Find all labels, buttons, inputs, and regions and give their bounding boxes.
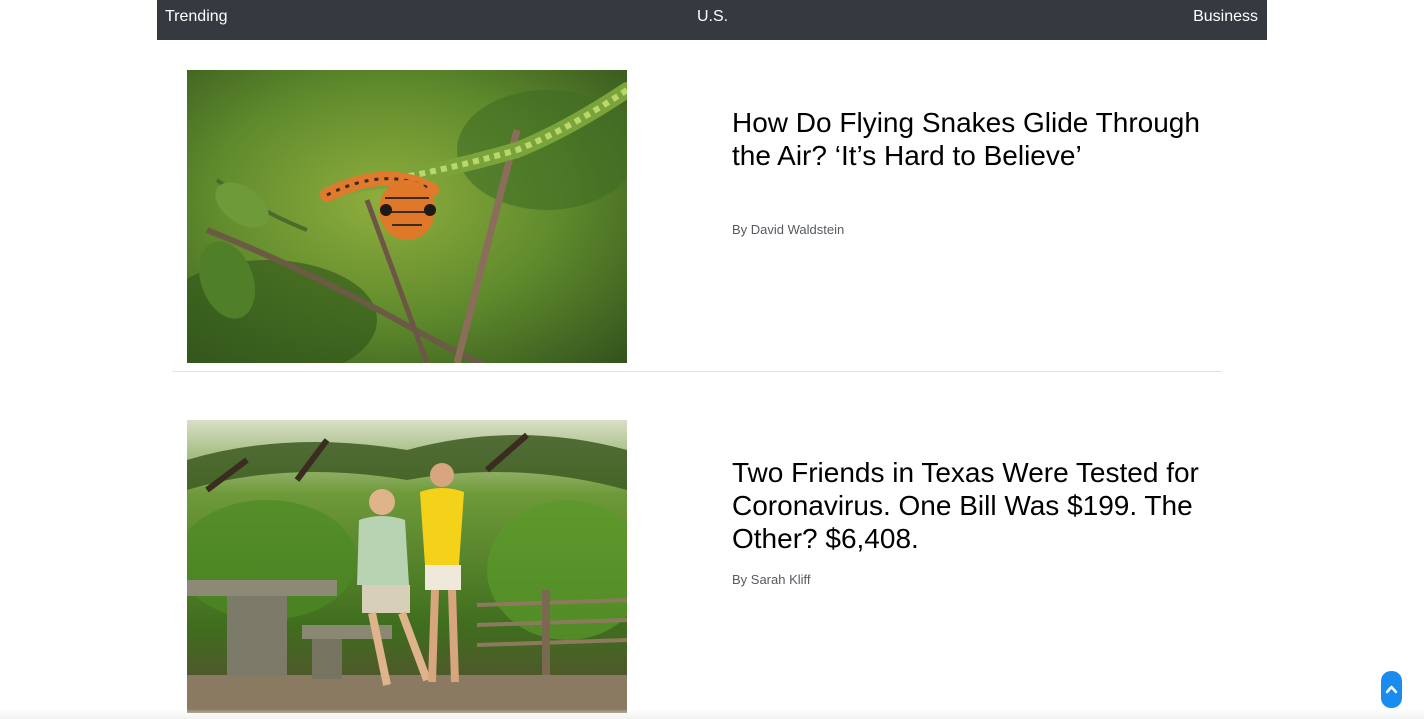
flying-snake-photo [187,70,627,363]
top-navbar: Trending U.S. Business [157,0,1267,40]
article-headline[interactable]: How Do Flying Snakes Glide Through the A… [732,106,1202,172]
article-byline: By David Waldstein [732,222,845,237]
article-image-two-friends[interactable] [187,420,627,713]
article-byline: By Sarah Kliff [732,572,811,587]
article-card: How Do Flying Snakes Glide Through the A… [172,70,1222,372]
scroll-to-top-button[interactable] [1381,671,1402,708]
article-image-flying-snake[interactable] [187,70,627,363]
two-friends-park-photo [187,420,627,713]
article-headline[interactable]: Two Friends in Texas Were Tested for Cor… [732,456,1202,555]
article-card: Two Friends in Texas Were Tested for Cor… [172,420,1222,719]
chevron-up-icon [1385,685,1398,694]
nav-link-business[interactable]: Business [1193,7,1258,27]
nav-link-us[interactable]: U.S. [697,7,728,27]
bottom-edge-shadow [0,709,1424,719]
nav-link-trending[interactable]: Trending [165,7,228,27]
